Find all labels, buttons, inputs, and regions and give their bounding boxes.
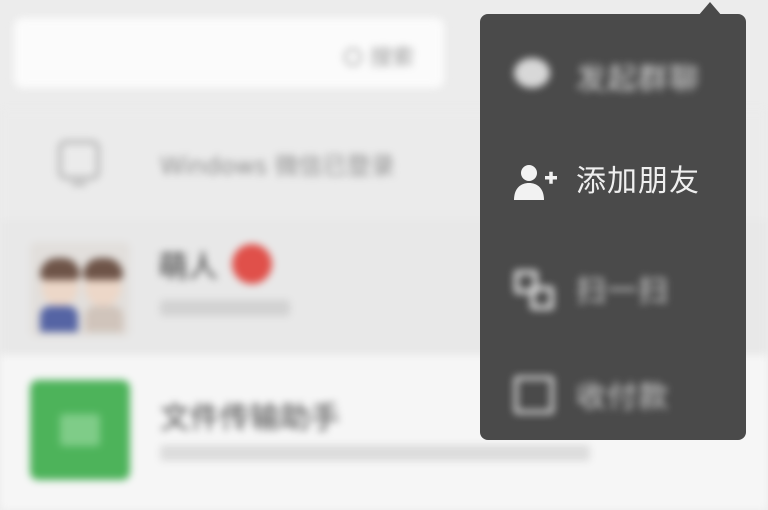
menu-item-label: 收付款 xyxy=(576,380,669,415)
file-transfer-last-message xyxy=(160,445,590,461)
add-friend-icon xyxy=(514,165,557,200)
file-transfer-name: 文件传输助手 xyxy=(160,401,340,436)
menu-item-label: 发起群聊 xyxy=(576,62,700,97)
avatar-face-left xyxy=(40,258,80,306)
menu-item-label: 添加朋友 xyxy=(576,164,700,199)
search-icon xyxy=(344,48,362,66)
search-hint: 搜索 xyxy=(344,40,414,72)
avatar-face-right xyxy=(83,258,123,306)
chat-bubble-icon xyxy=(514,58,550,88)
menu-item-group-chat[interactable]: 发起群聊 xyxy=(480,24,746,124)
scan-icon xyxy=(514,270,554,310)
pc-login-text: Windows 微信已登录 xyxy=(160,152,395,180)
menu-item-scan[interactable]: 扫一扫 xyxy=(480,236,746,336)
heart-icon xyxy=(232,244,272,284)
avatar-shirt-left xyxy=(40,306,78,332)
avatar-shirt-right xyxy=(85,306,123,332)
menu-item-add-friend[interactable]: 添加朋友 xyxy=(480,126,746,226)
avatar xyxy=(30,242,130,337)
search-bar[interactable]: 搜索 xyxy=(14,18,444,88)
folder-icon xyxy=(30,380,130,480)
popup-menu: 发起群聊 添加朋友 扫一扫 收付款 xyxy=(480,14,746,440)
menu-item-label: 扫一扫 xyxy=(576,274,669,309)
contact-name: 萌人 xyxy=(158,250,218,285)
contact-last-message xyxy=(160,300,290,316)
menu-item-payment[interactable]: 收付款 xyxy=(480,342,746,442)
payment-icon xyxy=(514,376,554,414)
search-placeholder: 搜索 xyxy=(370,46,415,71)
monitor-icon xyxy=(58,140,100,186)
